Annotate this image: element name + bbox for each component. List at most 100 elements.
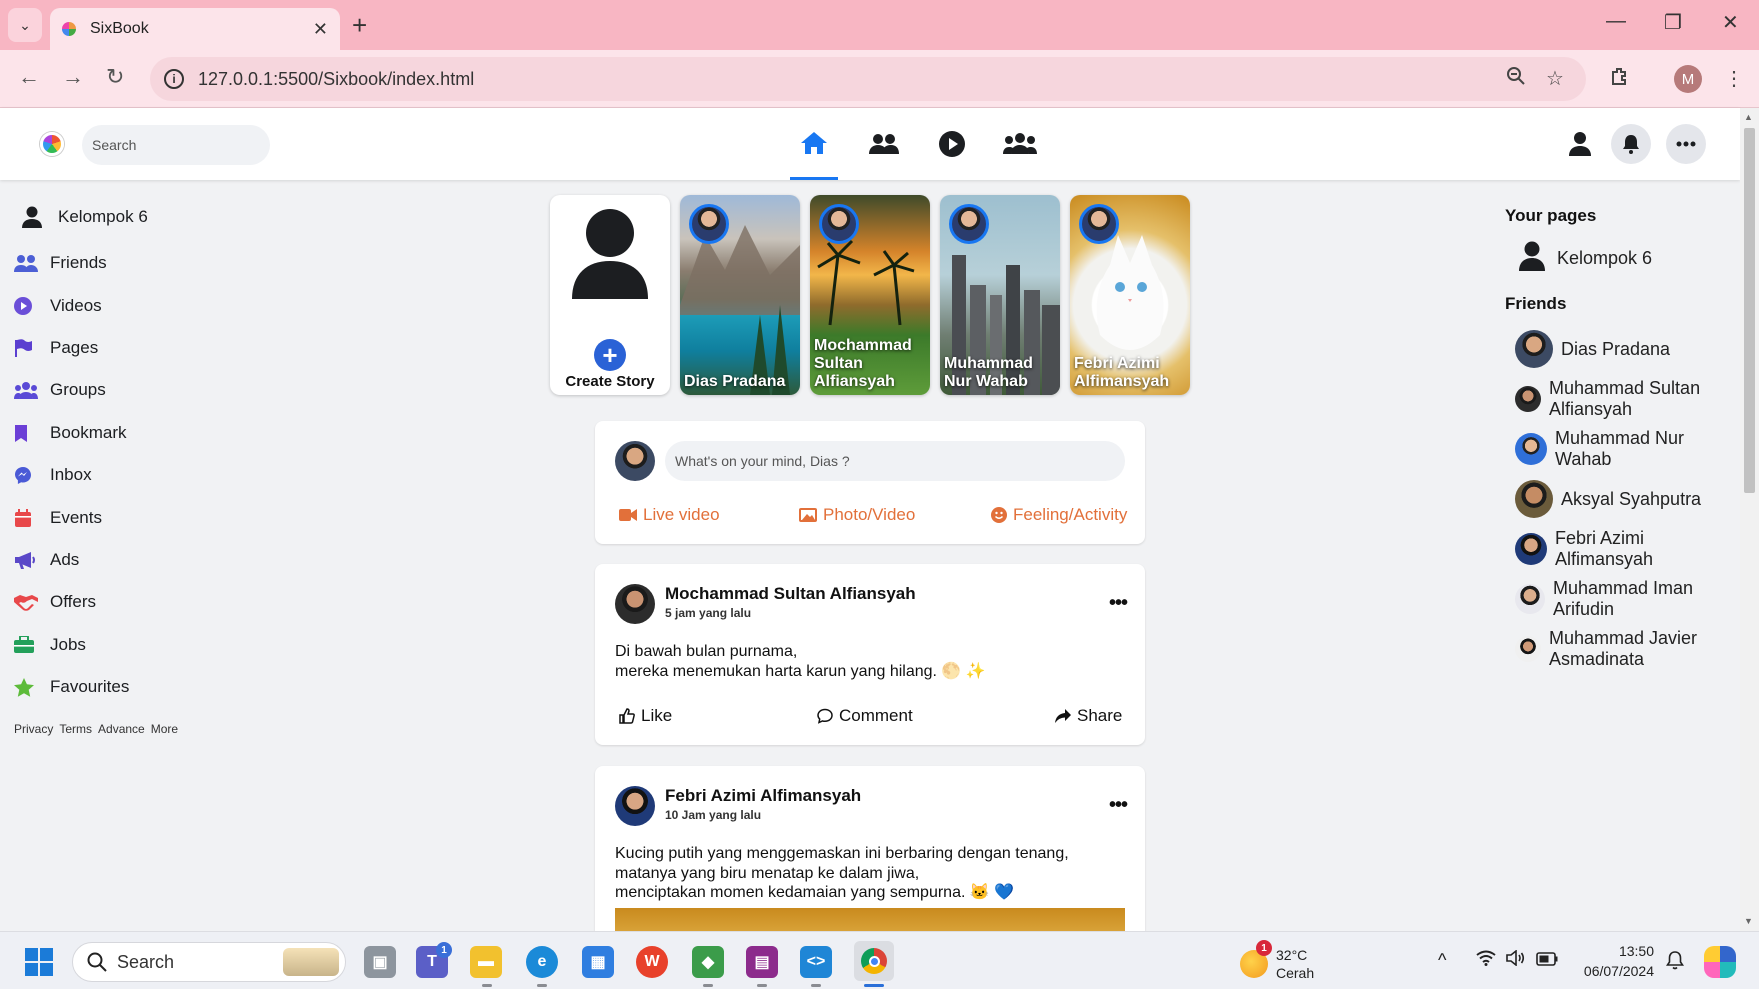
- store-icon[interactable]: ▦: [582, 946, 614, 978]
- post-author-name[interactable]: Mochammad Sultan Alfiansyah: [665, 584, 916, 604]
- page-item[interactable]: Kelompok 6: [1505, 238, 1725, 278]
- friend-item[interactable]: Dias Pradana: [1505, 324, 1725, 374]
- friend-name: Muhammad Sultan Alfiansyah: [1549, 378, 1701, 419]
- minimize-button[interactable]: —: [1606, 10, 1626, 33]
- sidebar-item-offers[interactable]: Offers: [14, 581, 254, 623]
- extensions-icon[interactable]: [1610, 66, 1630, 92]
- edge-icon[interactable]: e: [526, 946, 558, 978]
- windows-start-icon[interactable]: [25, 948, 53, 976]
- chrome-icon[interactable]: [854, 941, 894, 981]
- live-video-button[interactable]: Live video: [619, 505, 720, 525]
- chevron-up-icon[interactable]: ^: [1438, 950, 1446, 971]
- search-icon: [87, 952, 107, 972]
- vscode-icon[interactable]: <>: [800, 946, 832, 978]
- story-avatar: [819, 204, 859, 244]
- story-card[interactable]: Febri Azimi Alfimansyah: [1070, 195, 1190, 395]
- browser-menu-icon[interactable]: ⋮: [1724, 66, 1744, 91]
- sidebar-item-jobs[interactable]: Jobs: [14, 624, 254, 666]
- sidebar-item-favourites[interactable]: Favourites: [14, 666, 254, 708]
- photo-video-button[interactable]: Photo/Video: [799, 505, 915, 525]
- scroll-up-icon[interactable]: ▲: [1744, 112, 1753, 122]
- wps-icon[interactable]: W: [636, 946, 668, 978]
- sidebar-item-groups[interactable]: Groups: [14, 369, 254, 411]
- scroll-down-icon[interactable]: ▼: [1744, 916, 1753, 926]
- nav-watch[interactable]: [928, 108, 976, 180]
- sidebar-item-events[interactable]: Events: [14, 496, 254, 538]
- page-scrollbar[interactable]: ▲ ▼: [1740, 108, 1759, 931]
- comment-button[interactable]: Comment: [817, 706, 913, 726]
- footer-link[interactable]: Advance: [98, 722, 145, 736]
- battery-icon[interactable]: [1536, 950, 1558, 971]
- story-card[interactable]: Dias Pradana: [680, 195, 800, 395]
- footer-link[interactable]: Terms: [59, 722, 92, 736]
- create-story-plus-icon[interactable]: +: [594, 339, 626, 371]
- winrar-icon[interactable]: ▤: [746, 946, 778, 978]
- post-author-avatar[interactable]: [615, 584, 655, 624]
- sidebar-item-ads[interactable]: Ads: [14, 539, 254, 581]
- friend-item[interactable]: Muhammad Iman Arifudin: [1505, 574, 1725, 624]
- forward-button[interactable]: →: [62, 64, 84, 90]
- bookmark-star-icon[interactable]: ☆: [1546, 66, 1564, 91]
- sidebar-item-pages[interactable]: Pages: [14, 327, 254, 369]
- notification-bell-icon[interactable]: [1666, 950, 1684, 975]
- friend-item[interactable]: Febri Azimi Alfimansyah: [1505, 524, 1725, 574]
- browser-tab[interactable]: SixBook ✕: [50, 8, 340, 50]
- sidebar-item-bookmark[interactable]: Bookmark: [14, 412, 254, 454]
- friend-item[interactable]: Muhammad Sultan Alfiansyah: [1505, 374, 1725, 424]
- site-search-input[interactable]: [82, 125, 270, 165]
- friend-item[interactable]: Muhammad Javier Asmadinata: [1505, 624, 1725, 674]
- story-card[interactable]: Muhammad Nur Wahab: [940, 195, 1060, 395]
- profile-button[interactable]: [1560, 124, 1600, 164]
- share-button[interactable]: Share: [1055, 706, 1122, 726]
- post-author-name[interactable]: Febri Azimi Alfimansyah: [665, 786, 861, 806]
- address-bar[interactable]: i 127.0.0.1:5500/Sixbook/index.html: [150, 57, 1586, 101]
- composer-avatar: [615, 441, 655, 481]
- site-info-icon[interactable]: i: [164, 69, 184, 89]
- taskbar-search[interactable]: Search: [72, 942, 346, 982]
- back-button[interactable]: ←: [18, 64, 40, 90]
- copilot-icon[interactable]: [1704, 946, 1736, 978]
- sidebar-item-inbox[interactable]: Inbox: [14, 454, 254, 496]
- tab-close-icon[interactable]: ✕: [313, 19, 328, 40]
- whats-on-your-mind-input[interactable]: [665, 441, 1125, 481]
- zoom-icon[interactable]: [1506, 66, 1526, 92]
- like-button[interactable]: Like: [619, 706, 672, 726]
- sidebar-item-label: Ads: [50, 549, 80, 569]
- restore-button[interactable]: ❐: [1664, 10, 1682, 35]
- close-window-button[interactable]: ✕: [1722, 10, 1739, 35]
- weather-widget[interactable]: 1 32°C Cerah: [1240, 940, 1314, 982]
- sixbook-logo[interactable]: [40, 132, 64, 156]
- create-story-card[interactable]: + Create Story: [550, 195, 670, 395]
- footer-link[interactable]: Privacy: [14, 722, 53, 736]
- scrollbar-thumb[interactable]: [1744, 128, 1755, 493]
- git-icon[interactable]: ◆: [692, 946, 724, 978]
- story-card[interactable]: Mochammad Sultan Alfiansyah: [810, 195, 930, 395]
- friend-item[interactable]: Aksyal Syahputra: [1505, 474, 1725, 524]
- reload-button[interactable]: ↻: [106, 64, 124, 90]
- post-more-icon[interactable]: •••: [1109, 794, 1128, 817]
- system-clock[interactable]: 13:50 06/07/2024: [1572, 941, 1654, 981]
- post-author-avatar[interactable]: [615, 786, 655, 826]
- wifi-icon[interactable]: [1476, 950, 1496, 971]
- nav-friends[interactable]: [860, 108, 908, 180]
- sidebar-item-friends[interactable]: Friends: [14, 242, 254, 284]
- footer-link[interactable]: More: [151, 722, 178, 736]
- tab-search-button[interactable]: ⌄: [8, 8, 42, 42]
- sidebar-item-label: Inbox: [50, 465, 92, 485]
- post-more-icon[interactable]: •••: [1109, 592, 1128, 615]
- sidebar-item-videos[interactable]: Videos: [14, 284, 254, 326]
- user-icon: [1519, 241, 1545, 276]
- file-explorer-icon[interactable]: ▬: [470, 946, 502, 978]
- sidebar-profile[interactable]: Kelompok 6: [14, 196, 254, 238]
- more-options-button[interactable]: [1666, 124, 1706, 164]
- site-header: [0, 108, 1740, 180]
- friend-item[interactable]: Muhammad Nur Wahab: [1505, 424, 1725, 474]
- profile-avatar[interactable]: M: [1674, 65, 1702, 93]
- task-view-icon[interactable]: ▣: [364, 946, 396, 978]
- volume-icon[interactable]: [1506, 949, 1526, 971]
- notifications-button[interactable]: [1611, 124, 1651, 164]
- nav-home[interactable]: [790, 108, 838, 180]
- nav-groups[interactable]: [996, 108, 1044, 180]
- new-tab-button[interactable]: +: [352, 10, 367, 41]
- feeling-activity-button[interactable]: Feeling/Activity: [991, 505, 1127, 525]
